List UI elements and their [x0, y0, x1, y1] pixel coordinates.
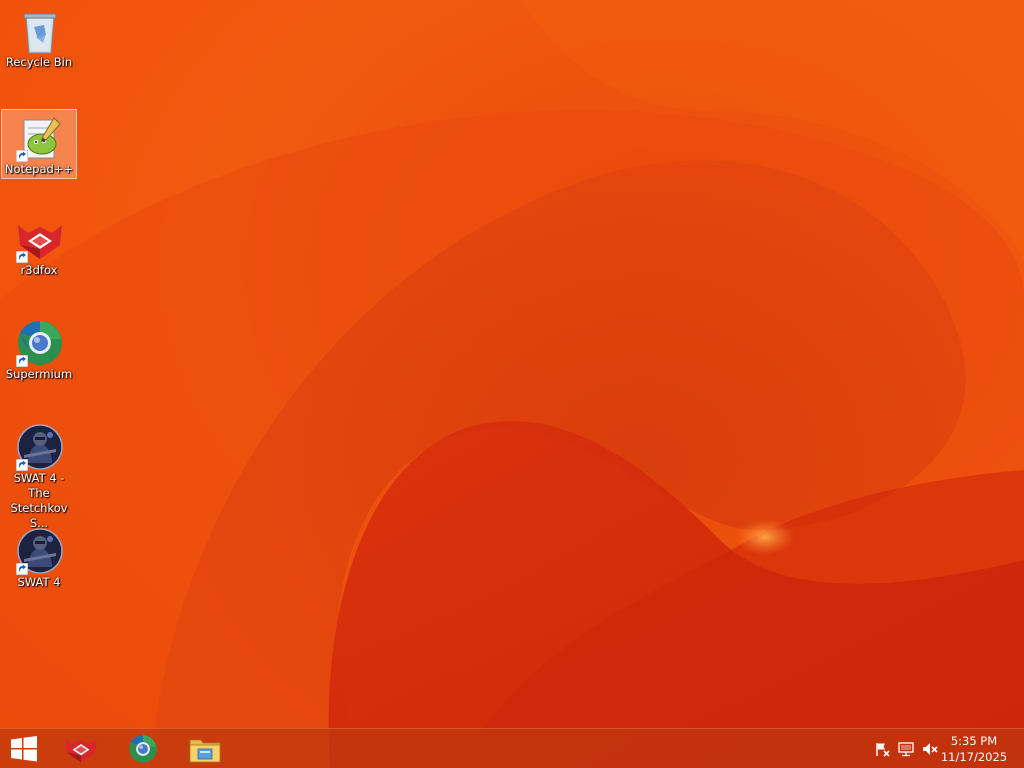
desktop-icon-label: Notepad++	[4, 162, 74, 176]
shortcut-arrow-icon	[16, 251, 28, 263]
desktop-icon-label: Supermium	[5, 367, 73, 381]
start-button[interactable]	[0, 729, 48, 768]
desktop-icon-label: r3dfox	[20, 263, 58, 277]
desktop-icon-label: SWAT 4	[17, 575, 61, 589]
shortcut-arrow-icon	[16, 355, 28, 367]
taskbar-clock[interactable]: 5:35 PM 11/17/2025	[938, 733, 1010, 765]
taskbar-r3dfox[interactable]	[53, 729, 109, 768]
r3dfox-icon	[65, 738, 97, 763]
shortcut-arrow-icon	[16, 459, 28, 471]
clock-date: 11/17/2025	[940, 750, 1008, 764]
desktop-icon-recycle-bin[interactable]: Recycle Bin	[1, 2, 77, 102]
taskbar-file-explorer[interactable]	[177, 729, 233, 768]
recycle-bin-icon	[23, 13, 57, 54]
desktop-wallpaper	[0, 0, 1024, 768]
action-center-flag-icon[interactable]	[874, 741, 890, 757]
taskbar-supermium[interactable]	[115, 729, 171, 768]
taskbar: 5:35 PM 11/17/2025	[0, 728, 1024, 768]
clock-time: 5:35 PM	[950, 734, 998, 748]
desktop-icon-swat4[interactable]: SWAT 4	[1, 522, 77, 622]
desktop[interactable]: Recycle Bin Notepad++ r3dfox Supermium S…	[0, 0, 1024, 768]
file-explorer-icon	[189, 739, 221, 763]
shortcut-arrow-icon	[16, 150, 28, 162]
desktop-icon-label: Recycle Bin	[5, 55, 73, 69]
volume-muted-icon[interactable]	[922, 741, 938, 757]
desktop-icon-supermium[interactable]: Supermium	[1, 314, 77, 414]
shortcut-arrow-icon	[16, 563, 28, 575]
network-icon[interactable]	[898, 741, 914, 757]
desktop-icon-notepad-plus-plus[interactable]: Notepad++	[1, 109, 77, 179]
supermium-icon	[129, 735, 157, 763]
desktop-icon-swat4-stetchkov[interactable]: SWAT 4 - The Stetchkov S...	[1, 418, 77, 530]
desktop-icon-r3dfox[interactable]: r3dfox	[1, 210, 77, 310]
windows-logo-icon	[11, 736, 37, 762]
